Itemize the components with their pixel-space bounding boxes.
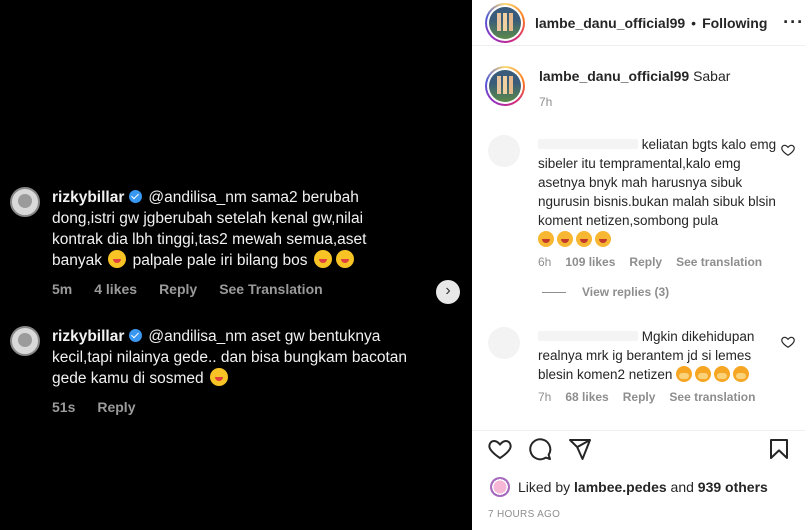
comment-like-heart-icon[interactable] (781, 335, 795, 349)
laughing-emoji-icon (538, 231, 554, 247)
more-icon[interactable]: ··· (783, 12, 804, 33)
media-comment-avatar (10, 326, 40, 356)
post-header: lambe_danu_official99 • Following ··· (472, 0, 805, 46)
liker-avatar[interactable] (490, 477, 510, 497)
comment-username[interactable] (538, 139, 638, 149)
tongue-emoji-icon (108, 250, 127, 268)
media-comment-username: rizkybillar (52, 328, 125, 345)
instagram-post-view: rizkybillar @andilisa_nm sama2 berubah do… (0, 0, 805, 530)
media-comment-avatar (10, 187, 40, 217)
woozy-emoji-icon (335, 250, 354, 268)
liker-username[interactable]: lambee.pedes (574, 479, 667, 495)
header-username[interactable]: lambe_danu_official99 (535, 15, 685, 31)
avatar[interactable] (488, 327, 520, 359)
media-comment-meta: 51s Reply (52, 399, 412, 415)
save-icon[interactable] (767, 437, 791, 461)
caption: lambe_danu_official99 Sabar 7h (485, 66, 730, 112)
verified-icon (129, 329, 143, 342)
comment-meta: 7h 68 likes Reply See translation (538, 390, 778, 404)
laughing-emoji-icon (557, 231, 573, 247)
media-comment-likes: 4 likes (94, 281, 138, 297)
laughing-emoji-icon (595, 231, 611, 247)
reply-button[interactable]: Reply (629, 255, 662, 269)
likes-prefix: Liked by (518, 479, 571, 495)
media-comment-translate: See Translation (219, 281, 323, 297)
caption-text: Sabar (693, 68, 731, 84)
comment-icon[interactable] (528, 437, 552, 461)
comment-time: 6h (538, 255, 552, 269)
hand-over-mouth-emoji-icon (733, 366, 750, 382)
emoji-row (538, 230, 614, 249)
comment-likes[interactable]: 68 likes (565, 390, 608, 404)
caption-time: 7h (539, 95, 553, 109)
comments-scroll-area[interactable]: lambe_danu_official99 Sabar 7h keliatan … (472, 47, 805, 429)
reply-button[interactable]: Reply (623, 390, 656, 404)
media-comment-time: 51s (52, 399, 76, 415)
verified-icon (129, 190, 143, 203)
media-comment-2: rizkybillar @andilisa_nm aset gw bentukny… (10, 326, 412, 415)
caption-avatar[interactable] (485, 66, 525, 106)
hand-over-mouth-emoji-icon (695, 366, 712, 382)
see-translation-button[interactable]: See translation (669, 390, 755, 404)
likes-summary: Liked by lambee.pedes and 939 others (490, 477, 768, 497)
media-comment-tail: palpale pale iri bilang bos (132, 252, 308, 269)
media-comment-1: rizkybillar @andilisa_nm sama2 berubah do… (10, 187, 412, 297)
divider (542, 291, 566, 293)
comment-time: 7h (538, 390, 552, 404)
see-translation-button[interactable]: See translation (676, 255, 762, 269)
chevron-right-icon: › (445, 282, 451, 299)
share-icon[interactable] (568, 437, 592, 461)
post-media[interactable]: rizkybillar @andilisa_nm sama2 berubah do… (0, 0, 472, 530)
comment-username[interactable] (538, 331, 638, 341)
media-comment-text: rizkybillar @andilisa_nm sama2 berubah do… (52, 187, 412, 271)
avatar[interactable] (488, 135, 520, 167)
emoji-row (676, 365, 752, 384)
caption-username[interactable]: lambe_danu_official99 (539, 68, 689, 84)
like-heart-icon[interactable] (488, 437, 512, 461)
laughing-emoji-icon (576, 231, 592, 247)
following-button[interactable]: Following (702, 15, 775, 31)
next-image-button[interactable]: › (436, 280, 460, 304)
hand-over-mouth-emoji-icon (676, 366, 693, 382)
comment-meta: 6h 109 likes Reply See translation (538, 255, 778, 269)
media-comment-time: 5m (52, 281, 73, 297)
comment-body: keliatan bgts kalo emg sibeler itu tempr… (538, 137, 777, 228)
likes-and: and (670, 479, 694, 495)
view-replies-button[interactable]: View replies (3) (542, 285, 669, 299)
tongue-emoji-icon (313, 250, 332, 268)
media-comment-meta: 5m 4 likes Reply See Translation (52, 281, 412, 297)
comment-like-heart-icon[interactable] (781, 143, 795, 157)
post-side-panel: lambe_danu_official99 • Following ··· la… (472, 0, 805, 530)
post-timestamp[interactable]: 7 HOURS AGO (488, 509, 560, 520)
likes-others[interactable]: 939 others (698, 479, 768, 495)
comment-item: keliatan bgts kalo emg sibeler itu tempr… (488, 135, 803, 269)
comment-text: Mgkin dikehidupan realnya mrk ig berante… (538, 327, 778, 384)
woozy-emoji-icon (209, 368, 228, 386)
comment-text: keliatan bgts kalo emg sibeler itu tempr… (538, 135, 778, 249)
header-avatar[interactable] (485, 2, 525, 43)
comment-likes[interactable]: 109 likes (565, 255, 615, 269)
view-replies-label[interactable]: View replies (3) (582, 285, 669, 299)
hand-over-mouth-emoji-icon (714, 366, 731, 382)
comment-item: Mgkin dikehidupan realnya mrk ig berante… (488, 327, 803, 404)
media-comment-reply: Reply (159, 281, 198, 297)
header-separator: • (691, 14, 697, 31)
media-comment-reply: Reply (97, 399, 136, 415)
action-bar (472, 430, 805, 466)
media-comment-text: rizkybillar @andilisa_nm aset gw bentukny… (52, 326, 412, 389)
media-comment-username: rizkybillar (52, 189, 125, 206)
